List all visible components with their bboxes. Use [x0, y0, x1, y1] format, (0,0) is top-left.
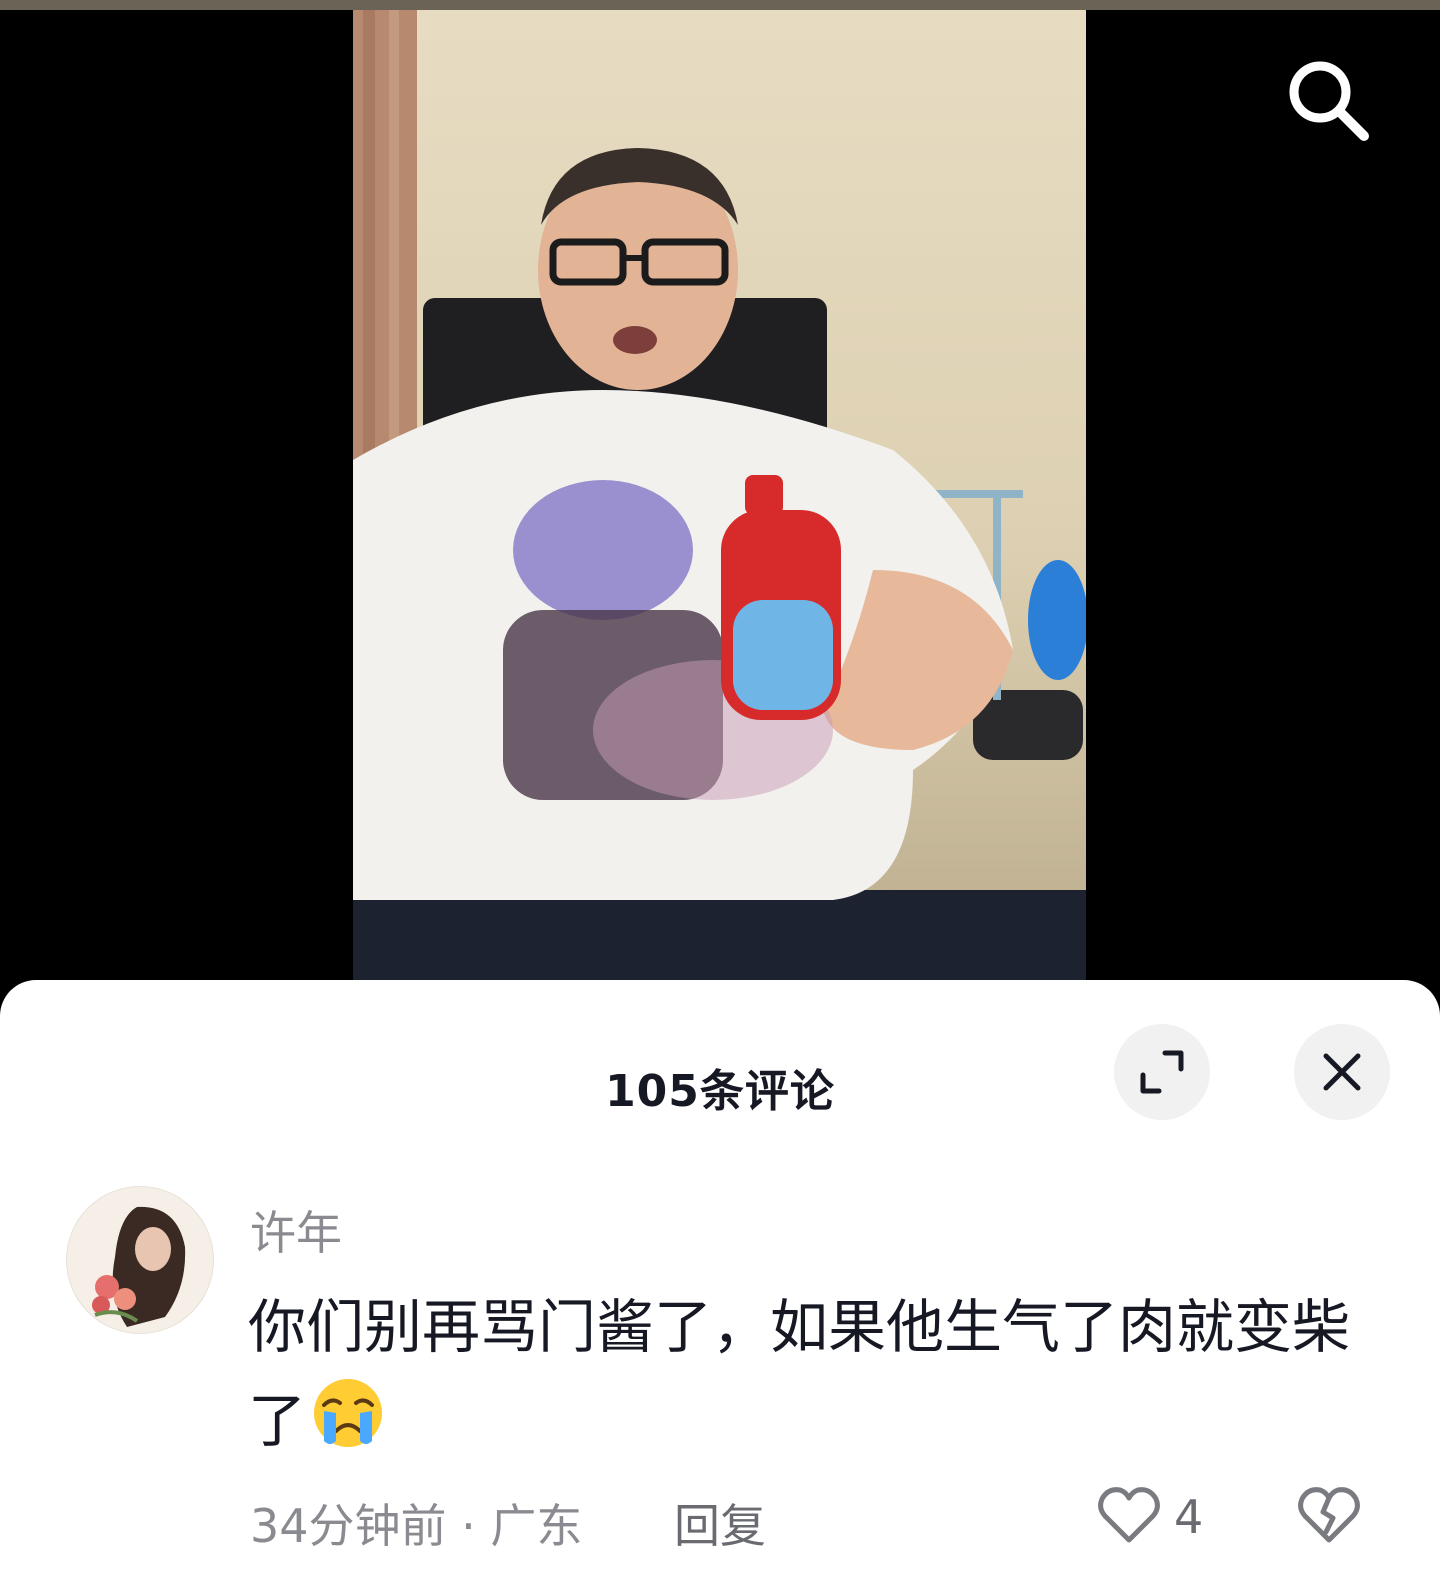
- comments-count-title: 105条评论: [605, 1066, 835, 1117]
- comment-meta: 34分钟前 · 广东: [250, 1499, 583, 1553]
- video-still: [353, 10, 1086, 985]
- comment-body: 你们别再骂门酱了，如果他生气了肉就变柴了: [248, 1280, 1358, 1468]
- status-bar-strip: [0, 0, 1440, 10]
- close-icon: [1323, 1053, 1361, 1091]
- dislike-button[interactable]: [1296, 1484, 1362, 1546]
- heart-outline-icon: [1098, 1487, 1160, 1543]
- like-button[interactable]: [1096, 1484, 1162, 1546]
- broken-heart-icon: [1298, 1487, 1360, 1543]
- close-button[interactable]: [1294, 1024, 1390, 1120]
- comment-text: 你们别再骂门酱了，如果他生气了肉就变柴了: [248, 1293, 1351, 1455]
- reply-button[interactable]: 回复: [674, 1490, 766, 1556]
- video-frame[interactable]: [353, 10, 1086, 985]
- avatar[interactable]: [66, 1186, 214, 1334]
- search-button[interactable]: [1280, 52, 1376, 148]
- expand-icon: [1140, 1050, 1184, 1094]
- video-player[interactable]: [0, 10, 1440, 985]
- expand-button[interactable]: [1114, 1024, 1210, 1120]
- comment-username[interactable]: 许年: [250, 1197, 342, 1263]
- like-count: 4: [1174, 1490, 1204, 1544]
- avatar-image: [67, 1187, 213, 1333]
- search-icon: [1289, 61, 1369, 141]
- crying-face-emoji-icon: [314, 1379, 383, 1447]
